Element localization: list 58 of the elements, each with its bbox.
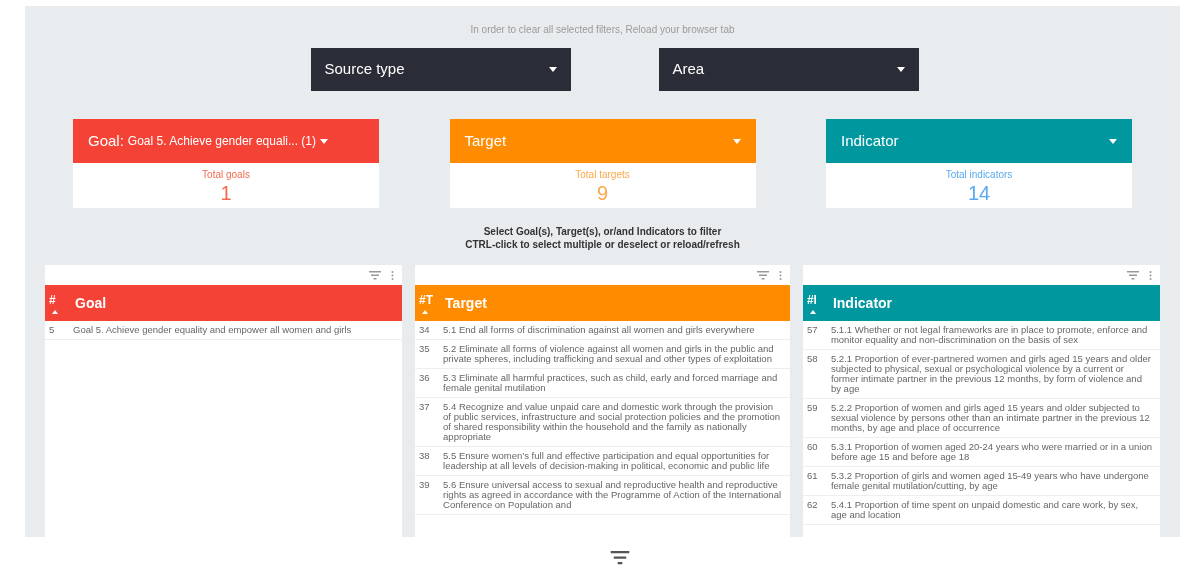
table-cell-text: 36 xyxy=(418,373,431,385)
table-cell-text: 59 xyxy=(805,403,819,415)
caret-icon xyxy=(1109,138,1117,144)
table-cell-text: 57 xyxy=(805,325,819,337)
filter-icon[interactable] xyxy=(609,551,631,565)
table-cell-text: 34 xyxy=(418,325,431,335)
caret-icon xyxy=(732,138,741,144)
table-cell-text: 5.3.1 Proportion of women aged 20-24 years who were married or in a union before age 15 and before age 18 xyxy=(830,442,1153,462)
table-cell-text: 5.4.1 Proportion of time spent on unpaid domestic and care work, by sex, age and location xyxy=(830,500,1140,520)
caret-icon xyxy=(320,138,328,144)
filter-dropdown[interactable]: Target xyxy=(449,119,756,163)
sort-column-header[interactable]: # xyxy=(45,292,73,314)
table-cell-text: 5.2.1 Proportion of ever-partnered women and girls aged 15 years and older subjected to physical, sexual or psychological violence by a current or former intimate partner in the previous 12 months, by form of violence and by age xyxy=(830,354,1152,394)
stat-label: Total targets xyxy=(575,168,630,182)
stat-value: 1 xyxy=(220,182,232,204)
table-cell-text: 5.3 Eliminate all harmful practices, such as child, early and forced marriage and female genital mutilation xyxy=(443,373,779,393)
notice-text: In order to clear all selected filters, Reload your browser tab xyxy=(470,23,735,37)
sort-arrow-icon xyxy=(422,309,429,314)
filter-dropdown[interactable]: Goal: Goal 5. Achieve gender equali... (1) xyxy=(73,119,379,163)
table-cell-text: 5.2.2 Proportion of women and girls aged 15 years and older subjected to sexual violence by persons other than an intimate partner in the previous 12 months, by age and place of occurrence xyxy=(830,403,1151,433)
stat-label: Total goals xyxy=(202,168,250,182)
dropdown[interactable]: Area xyxy=(658,48,919,91)
more-icon[interactable] xyxy=(1149,270,1152,280)
table-cell-text: 5.4 Recognize and value unpaid care and domestic work through the provision of public services, infrastructure and social protection policies and the promotion of shared responsibility within the household and the family as nationally appropriate xyxy=(443,402,781,442)
table-cell-text: 5.3.2 Proportion of girls and women aged 15-49 years who have undergone female genital mutilation/cutting, by age xyxy=(830,471,1150,491)
instruction-text: Select Goal(s), Target(s), or/and Indicators to filter xyxy=(483,225,722,238)
sort-arrow-icon xyxy=(52,309,58,314)
table-cell-text: 37 xyxy=(418,402,431,414)
dropdown[interactable]: Source type xyxy=(310,48,571,91)
column-header: Target xyxy=(445,293,487,313)
more-icon[interactable] xyxy=(391,270,395,280)
caret-icon xyxy=(548,67,557,72)
sort-column-header[interactable]: #T xyxy=(415,292,444,314)
table-cell-text: 5.6 Ensure universal access to sexual and reproductive health and reproductive rights as agreed in accordance with the Programme of Action of the International Conference on Population and xyxy=(443,480,783,510)
more-icon[interactable] xyxy=(778,270,782,280)
table-cell-text: 39 xyxy=(418,480,431,492)
table-cell-text: 38 xyxy=(418,451,431,463)
column-header: Goal xyxy=(75,293,107,313)
stat-value: 9 xyxy=(596,182,609,204)
table-cell-text: 5.2 Eliminate all forms of violence against all women and girls in the public and private spheres, including trafficking and sexual and other types of exploitation xyxy=(443,344,775,364)
stat-value: 14 xyxy=(967,182,991,204)
table-cell-text: 5.1 End all forms of discrimination against all women and girls everywhere xyxy=(443,325,756,335)
table-cell-text: 62 xyxy=(805,500,819,512)
instruction-text: CTRL-click to select multiple or deselect or reload/refresh xyxy=(465,238,740,251)
table-cell-text: 60 xyxy=(805,442,819,454)
table-cell-text: Goal 5. Achieve gender equality and empower all women and girls xyxy=(73,325,353,335)
column-header: Indicator xyxy=(832,293,893,313)
table-cell-text: 58 xyxy=(805,354,819,366)
table-cell-text: 5.5 Ensure women’s full and effective participation and equal opportunities for leadership at all levels of decision-making in political, economic and public life xyxy=(443,451,771,471)
sort-arrow-icon xyxy=(809,309,816,314)
table-cell-text: 5.1.1 Whether or not legal frameworks are in place to promote, enforce and monitor equality and non-discrimination on the basis of sex xyxy=(830,325,1149,345)
table-cell-text: 5 xyxy=(48,325,56,335)
filter-dropdown[interactable]: Indicator xyxy=(826,119,1132,163)
sort-column-header[interactable]: #I xyxy=(802,292,831,314)
caret-icon xyxy=(896,67,905,72)
table-cell-text: 35 xyxy=(418,344,431,356)
table-cell-text: 61 xyxy=(805,471,819,483)
stat-label: Total indicators xyxy=(945,168,1013,182)
